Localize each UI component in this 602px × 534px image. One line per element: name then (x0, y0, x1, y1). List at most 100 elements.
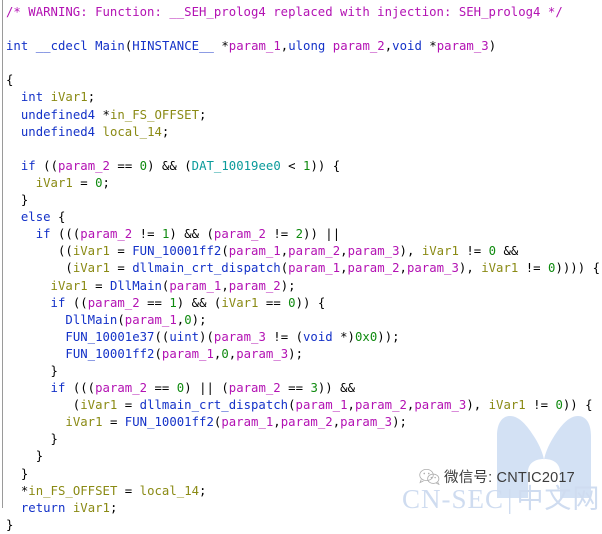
code-line[interactable]: /* WARNING: Function: __SEH_prolog4 repl… (6, 4, 602, 21)
code-token-plain: ; (161, 124, 170, 139)
code-token-keyword: else (20, 210, 51, 225)
code-token-type: int (20, 90, 44, 105)
code-line[interactable]: if ((param_2 == 0) && (DAT_10019ee0 < 1)… (6, 158, 602, 175)
code-token-const: 0 (221, 346, 229, 361)
code-token-plain: != (265, 227, 296, 242)
code-token-plain: )) && (317, 381, 355, 396)
code-line[interactable]: } (6, 448, 602, 465)
code-token-plain: (( (154, 329, 170, 344)
code-listing[interactable]: /* WARNING: Function: __SEH_prolog4 repl… (6, 4, 602, 534)
code-token-param: param_2 (87, 295, 140, 310)
code-token-plain: != (518, 261, 549, 276)
code-token-plain: ( (221, 244, 229, 259)
code-token-keyword: if (50, 295, 66, 310)
code-line[interactable]: if (((param_2 == 0) || (param_2 == 3)) &… (6, 380, 602, 397)
code-token-plain: ); (280, 278, 296, 293)
code-token-var: iVar1 (65, 415, 103, 430)
code-line[interactable] (6, 141, 602, 158)
code-token-plain: ; (87, 90, 96, 105)
code-token-const: 0x0 (354, 329, 378, 344)
code-line[interactable]: int iVar1; (6, 89, 602, 106)
code-token-plain: ) (488, 39, 497, 54)
code-token-param: param_2 (80, 227, 133, 242)
code-line[interactable]: } (6, 431, 602, 448)
code-token-const: 2 (295, 227, 304, 242)
code-line[interactable]: ((iVar1 = FUN_10001ff2(param_1,param_2,p… (6, 243, 602, 260)
code-line[interactable]: } (6, 192, 602, 209)
code-token-param: param_1 (124, 312, 177, 327)
code-token-plain: ) || ( (184, 381, 229, 396)
code-token-param: param_1 (295, 398, 348, 413)
code-line[interactable]: } (6, 363, 602, 380)
code-token-param: param_2 (347, 261, 400, 276)
code-line[interactable]: iVar1 = FUN_10001ff2(param_1,param_2,par… (6, 414, 602, 431)
code-token-var: iVar1 (481, 261, 519, 276)
code-line[interactable]: (iVar1 = dllmain_crt_dispatch(param_1,pa… (6, 397, 602, 414)
code-line[interactable] (6, 55, 602, 72)
code-token-param: param_1 (169, 278, 222, 293)
code-line[interactable]: iVar1 = DllMain(param_1,param_2); (6, 278, 602, 295)
code-token-param: param_2 (228, 381, 281, 396)
code-token-plain: } (6, 466, 29, 481)
code-token-plain: != ( (265, 329, 303, 344)
code-token-var: iVar1 (50, 278, 88, 293)
code-token-plain: = (109, 244, 133, 259)
code-line[interactable]: else { (6, 209, 602, 226)
code-line[interactable]: iVar1 = 0; (6, 175, 602, 192)
code-line[interactable]: (iVar1 = dllmain_crt_dispatch(param_1,pa… (6, 260, 602, 277)
code-token-param: param_2 (288, 244, 341, 259)
code-token-plain: } (6, 363, 58, 378)
code-token-plain: , (340, 261, 348, 276)
code-token-funcname: dllmain_crt_dispatch (139, 398, 289, 413)
code-token-plain: *) (332, 329, 355, 344)
code-token-plain: == (109, 158, 140, 173)
code-token-funcname: FUN_10001ff2 (65, 346, 155, 361)
code-line[interactable]: { (6, 72, 602, 89)
code-token-plain: (( (6, 244, 73, 259)
code-token-plain: ( (288, 398, 296, 413)
code-line[interactable]: int __cdecl Main(HINSTANCE__ *param_1,ul… (6, 38, 602, 55)
code-line[interactable]: return iVar1; (6, 500, 602, 517)
code-line[interactable]: } (6, 466, 602, 483)
code-token-funcname: FUN_10001e37 (65, 329, 155, 344)
code-token-plain: (( (65, 295, 88, 310)
code-token-var: local_14 (139, 483, 200, 498)
code-token-plain: } (6, 517, 14, 532)
code-line[interactable]: undefined4 local_14; (6, 124, 602, 141)
code-token-plain: * (95, 107, 110, 122)
code-token-param: param_2 (58, 158, 110, 173)
code-line[interactable]: } (6, 517, 602, 534)
code-token-param: param_1 (221, 415, 274, 430)
code-token-param: param_2 (354, 398, 407, 413)
code-line[interactable]: if (((param_2 != 1) && (param_2 != 2)) |… (6, 226, 602, 243)
gutter-divider (2, 0, 3, 508)
code-token-plain: } (6, 432, 58, 447)
code-token-param: param_3 (414, 398, 467, 413)
code-line[interactable] (6, 21, 602, 38)
code-token-plain: )); (377, 329, 400, 344)
code-token-plain: * (421, 39, 437, 54)
code-line[interactable]: undefined4 *in_FS_OFFSET; (6, 107, 602, 124)
code-token-var: iVar1 (72, 261, 110, 276)
code-line[interactable]: if ((param_2 == 1) && (iVar1 == 0)) { (6, 295, 602, 312)
code-token-type: uint (169, 329, 200, 344)
code-token-param: param_3 (340, 415, 393, 430)
code-token-keyword: if (20, 158, 36, 173)
code-line[interactable]: *in_FS_OFFSET = local_14; (6, 483, 602, 500)
code-token-plain: = (117, 398, 140, 413)
code-token-const: 1 (169, 295, 177, 310)
code-token-plain: ); (288, 346, 304, 361)
code-token-plain: = (117, 483, 140, 498)
code-token-const: 0 (139, 158, 148, 173)
code-line[interactable]: FUN_10001e37((uint)(param_3 != (void *)0… (6, 329, 602, 346)
code-token-keyword: __cdecl (35, 39, 88, 54)
code-line[interactable]: DllMain(param_1,0); (6, 312, 602, 329)
code-line[interactable]: FUN_10001ff2(param_1,0,param_3); (6, 346, 602, 363)
code-token-keyword: if (50, 381, 66, 396)
code-token-plain: ((( (65, 381, 96, 396)
